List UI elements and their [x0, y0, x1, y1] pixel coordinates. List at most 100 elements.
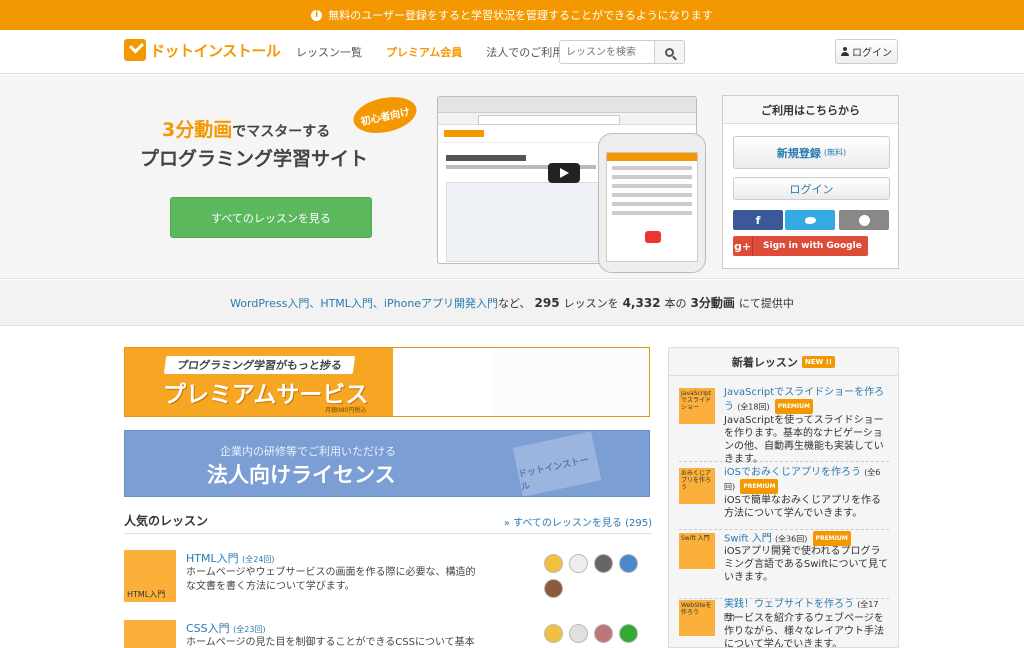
new-lesson-desc: iOSアプリ開発で使われるプログラミング言語であるSwiftについて見ていきます…: [724, 546, 889, 583]
premium-title: プレミアムサービス: [163, 382, 369, 408]
nav-lesson-list[interactable]: レッスン一覧: [296, 44, 362, 60]
new-lesson-item: JavaScriptでスライドショー JavaScriptでスライドショーを作ろ…: [679, 386, 889, 465]
popular-more-link[interactable]: » すべてのレッスンを見る (295): [504, 514, 652, 529]
main-nav: レッスン一覧 プレミアム会員 法人でのご利用: [296, 30, 563, 74]
hero: 3分動画でマスターする プログラミング学習サイト 初心者向け すべてのレッスンを…: [0, 75, 1024, 279]
video-preview: [446, 182, 616, 262]
avatar[interactable]: [569, 624, 588, 643]
facebook-login-button[interactable]: f: [733, 210, 783, 230]
avatar[interactable]: [619, 624, 638, 643]
header-login-button[interactable]: ログイン: [835, 39, 898, 64]
lesson-thumb-label: HTML入門: [127, 590, 166, 599]
logo-icon: [124, 39, 146, 61]
twitter-login-button[interactable]: [785, 210, 835, 230]
new-lesson-thumbnail[interactable]: WebSiteを作ろう: [679, 600, 715, 636]
new-lesson-link[interactable]: Swift 入門: [724, 534, 772, 545]
lesson-count-label: (全23回): [233, 625, 266, 634]
site-logo[interactable]: ドットインストール: [124, 39, 281, 61]
notice-text: 無料のユーザー登録をすると学習状況を管理することができるようになります: [328, 9, 713, 22]
signup-login-button[interactable]: ログイン: [733, 177, 890, 200]
lesson-item: CSS入門 (全23回) ホームページの見た目を制御することができるCSSについ…: [124, 620, 652, 648]
search-button[interactable]: [655, 40, 685, 64]
new-lesson-thumbnail[interactable]: JavaScriptでスライドショー: [679, 388, 715, 424]
stats-bar: WordPress入門、HTML入門、iPhoneアプリ開発入門 など、 295…: [0, 280, 1024, 326]
lesson-title-link[interactable]: HTML入門: [186, 552, 239, 565]
lesson-title-link[interactable]: CSS入門: [186, 622, 230, 635]
new-lesson-link[interactable]: iOSでおみくじアプリを作ろう: [724, 467, 861, 478]
google-plus-icon: g+: [733, 236, 753, 256]
video-count: 4,332: [622, 295, 661, 310]
new-lesson-link[interactable]: 実践！ウェブサイトを作ろう: [724, 599, 854, 610]
popular-header: 人気のレッスン » すべてのレッスンを見る (295): [124, 512, 652, 534]
new-badge: NEW !!: [801, 355, 836, 368]
stats-suffix: にて提供中: [738, 296, 794, 310]
google-signin-label: Sign in with Google: [763, 241, 862, 251]
notice-bar: i 無料のユーザー登録をすると学習状況を管理することができるようになります: [0, 0, 1024, 30]
lesson-description: ホームページやウェブサービスの画面を作る際に必要な、構造的な文書を書く方法につい…: [186, 567, 476, 592]
new-lesson-desc: サービスを紹介するウェブページを作りながら、様々なレイアウト手法について学んでい…: [724, 613, 884, 648]
video-label: 3分動画: [690, 296, 735, 310]
avatar[interactable]: [619, 554, 638, 573]
header-login-label: ログイン: [852, 48, 892, 59]
new-lesson-title: JavaScriptでスライドショーを作ろう (全18回) PREMIUM: [724, 386, 889, 414]
signup-box-title: ご利用はこちらから: [723, 96, 898, 124]
google-signin-button[interactable]: g+ Sign in with Google: [733, 236, 868, 256]
user-icon: [841, 47, 849, 56]
corporate-banner[interactable]: 企業内の研修等でご利用いただける 法人向けライセンス ドットインストール: [124, 430, 650, 497]
hero-headline-2: プログラミング学習サイト: [140, 148, 369, 170]
avatar[interactable]: [594, 554, 613, 573]
search-input[interactable]: [559, 40, 655, 64]
lesson-item: HTML入門 HTML入門 (全24回) ホームページやウェブサービスの画面を作…: [124, 550, 652, 610]
video-unit: 本の: [664, 296, 687, 310]
new-lesson-thumbnail[interactable]: おみくじアプリを作ろう: [679, 468, 715, 504]
premium-price: 月額980円税込: [325, 407, 367, 414]
avatar[interactable]: [544, 624, 563, 643]
info-icon: i: [311, 9, 323, 21]
new-lesson-desc: iOSで簡単なおみくじアプリを作る方法について学んでいきます。: [724, 495, 881, 519]
nav-premium[interactable]: プレミアム会員: [386, 44, 462, 60]
hero-headline-rest: でマスターする: [232, 124, 331, 140]
lesson-count-label: (全24回): [242, 555, 275, 564]
lesson-unit: レッスンを: [563, 296, 619, 310]
avatar[interactable]: [544, 579, 563, 598]
premium-code-sample: [491, 348, 649, 416]
lesson-avatars: [544, 624, 652, 643]
lesson-thumbnail[interactable]: [124, 620, 176, 648]
all-lessons-button[interactable]: すべてのレッスンを見る: [170, 197, 372, 238]
github-icon: [858, 214, 870, 226]
new-lessons-heading: 新着レッスン: [731, 355, 798, 369]
new-lesson-item: WebSiteを作ろう 実践！ウェブサイトを作ろう (全17回) サービスを紹介…: [679, 598, 889, 648]
logo-text: ドットインストール: [150, 41, 281, 60]
lesson-title: HTML入門 (全24回): [186, 550, 275, 566]
premium-screenshot: [393, 348, 493, 416]
stats-topics-link[interactable]: WordPress入門、HTML入門、iPhoneアプリ開発入門: [230, 295, 498, 311]
new-lesson-thumbnail[interactable]: Swift 入門: [679, 533, 715, 569]
lesson-title: CSS入門 (全23回): [186, 620, 266, 636]
premium-badge: PREMIUM: [740, 479, 779, 494]
search-form: [559, 40, 685, 64]
facebook-icon: f: [755, 213, 761, 227]
premium-banner[interactable]: プログラミング学習がもっと捗る プレミアムサービス 月額980円税込: [124, 347, 650, 417]
premium-badge: PREMIUM: [774, 399, 813, 414]
twitter-icon: [804, 216, 816, 224]
avatar[interactable]: [544, 554, 563, 573]
github-login-button[interactable]: [839, 210, 889, 230]
hero-headline-1: 3分動画でマスターする: [162, 115, 330, 142]
avatar[interactable]: [594, 624, 613, 643]
premium-badge: PREMIUM: [812, 531, 851, 546]
beginner-badge: 初心者向け: [350, 91, 420, 139]
hero-highlight: 3分動画: [162, 119, 233, 141]
register-label: 新規登録: [776, 146, 821, 160]
site-header: ドットインストール レッスン一覧 プレミアム会員 法人でのご利用 ログイン: [0, 30, 1024, 74]
register-button[interactable]: 新規登録 (無料): [733, 136, 890, 169]
new-lessons-title: 新着レッスン NEW !!: [669, 348, 898, 376]
new-lesson-count: (全36回): [774, 534, 808, 544]
nav-corporate[interactable]: 法人でのご利用: [486, 44, 563, 60]
new-lesson-count: (全18回): [737, 402, 770, 412]
corporate-title: 法人向けライセンス: [207, 463, 396, 487]
lesson-thumbnail[interactable]: HTML入門: [124, 550, 176, 602]
search-icon: [665, 47, 674, 57]
avatar[interactable]: [569, 554, 588, 573]
signup-box: ご利用はこちらから 新規登録 (無料) ログイン f g+ Sign in wi…: [722, 95, 899, 269]
corporate-sub: 企業内の研修等でご利用いただける: [220, 445, 396, 458]
